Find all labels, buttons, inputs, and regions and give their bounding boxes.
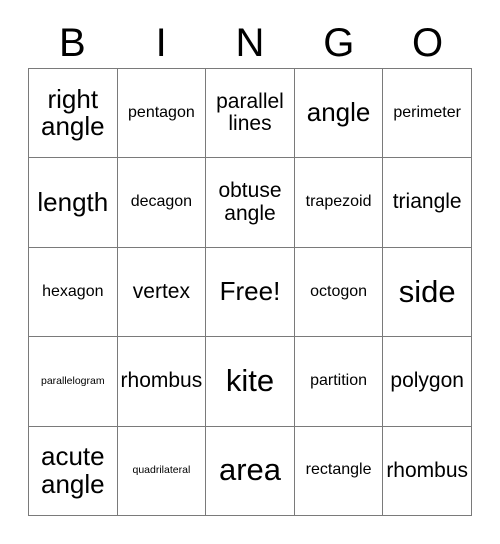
- bingo-cell-label: pentagon: [128, 103, 195, 121]
- bingo-cell[interactable]: trapezoid: [294, 158, 384, 248]
- bingo-cell[interactable]: decagon: [117, 158, 207, 248]
- bingo-row: right angle pentagon parallel lines angle pe…: [29, 69, 472, 159]
- bingo-cell[interactable]: rectangle: [294, 426, 384, 516]
- bingo-header-letter-n: N: [235, 21, 265, 65]
- bingo-row: length decagon obtuse angle trapezoid triang…: [29, 158, 472, 248]
- bingo-cell-label: vertex: [132, 279, 190, 303]
- bingo-cell[interactable]: quadrilateral: [117, 426, 207, 516]
- bingo-row: parallelogram rhombus kite partition polygon: [29, 337, 472, 427]
- bingo-cell-label: octogon: [310, 282, 368, 300]
- bingo-cell[interactable]: pentagon: [117, 69, 207, 159]
- bingo-cell[interactable]: perimeter: [383, 69, 472, 159]
- bingo-cell-label: decagon: [130, 193, 193, 211]
- bingo-cell-label: obtuse angle: [218, 179, 282, 225]
- bingo-cell[interactable]: partition: [294, 337, 384, 427]
- bingo-cell-label: area: [218, 452, 281, 488]
- bingo-cell-label: right angle: [40, 83, 105, 142]
- bingo-grid: right angle pentagon parallel lines angle pe…: [28, 68, 472, 516]
- bingo-cell[interactable]: triangle: [383, 158, 472, 248]
- bingo-cell-label: length: [37, 186, 109, 217]
- bingo-cell[interactable]: vertex: [117, 247, 207, 338]
- bingo-header-letter-i: I: [155, 21, 167, 65]
- bingo-cell-label: Free!: [219, 276, 281, 307]
- bingo-cell-label: rhombus: [386, 458, 469, 482]
- bingo-cell[interactable]: obtuse angle: [206, 158, 295, 248]
- bingo-cell-label: parallel lines: [216, 89, 284, 136]
- bingo-cell-label: parallelogram: [40, 374, 105, 387]
- bingo-header-letter-g: G: [323, 21, 355, 65]
- bingo-cell-label: partition: [310, 371, 368, 389]
- bingo-cell[interactable]: area: [206, 426, 295, 516]
- bingo-header-letter-o: O: [412, 21, 444, 65]
- bingo-cell-label: side: [398, 273, 456, 309]
- bingo-cell-label: quadrilateral: [132, 464, 191, 477]
- bingo-cell[interactable]: parallel lines: [206, 69, 295, 159]
- bingo-cell[interactable]: rhombus: [117, 337, 207, 427]
- bingo-cell[interactable]: polygon: [383, 337, 472, 427]
- bingo-cell-label: rectangle: [305, 461, 372, 479]
- bingo-cell[interactable]: hexagon: [29, 247, 118, 338]
- bingo-cell[interactable]: parallelogram: [29, 337, 118, 427]
- bingo-cell[interactable]: angle: [294, 69, 384, 159]
- bingo-cell-label: triangle: [392, 190, 462, 214]
- bingo-cell-label: kite: [225, 362, 275, 398]
- bingo-cell[interactable]: acute angle: [29, 426, 118, 516]
- bingo-cell-label: perimeter: [393, 103, 461, 121]
- bingo-cell-label: rhombus: [120, 369, 203, 393]
- bingo-row: hexagon vertex Free! octogon side: [29, 247, 472, 338]
- bingo-cell[interactable]: octogon: [294, 247, 384, 338]
- bingo-cell[interactable]: kite: [206, 337, 295, 427]
- bingo-free-space-cell[interactable]: Free!: [206, 247, 295, 338]
- bingo-cell-label: trapezoid: [305, 193, 372, 211]
- bingo-cell-label: acute angle: [40, 441, 105, 499]
- bingo-card: B I N G O right angle pentagon parallel li…: [28, 18, 472, 516]
- bingo-header-letter-b: B: [59, 21, 86, 65]
- bingo-row: acute angle quadrilateral area rectangle rho…: [29, 426, 472, 516]
- bingo-cell-label: hexagon: [42, 282, 104, 300]
- bingo-cell[interactable]: side: [383, 247, 472, 338]
- bingo-cell[interactable]: length: [29, 158, 118, 248]
- bingo-cell-label: angle: [306, 97, 371, 128]
- bingo-header-row: B I N G O: [28, 18, 472, 68]
- bingo-cell-label: polygon: [390, 369, 464, 393]
- bingo-cell[interactable]: rhombus: [383, 426, 472, 516]
- bingo-cell[interactable]: right angle: [29, 69, 118, 159]
